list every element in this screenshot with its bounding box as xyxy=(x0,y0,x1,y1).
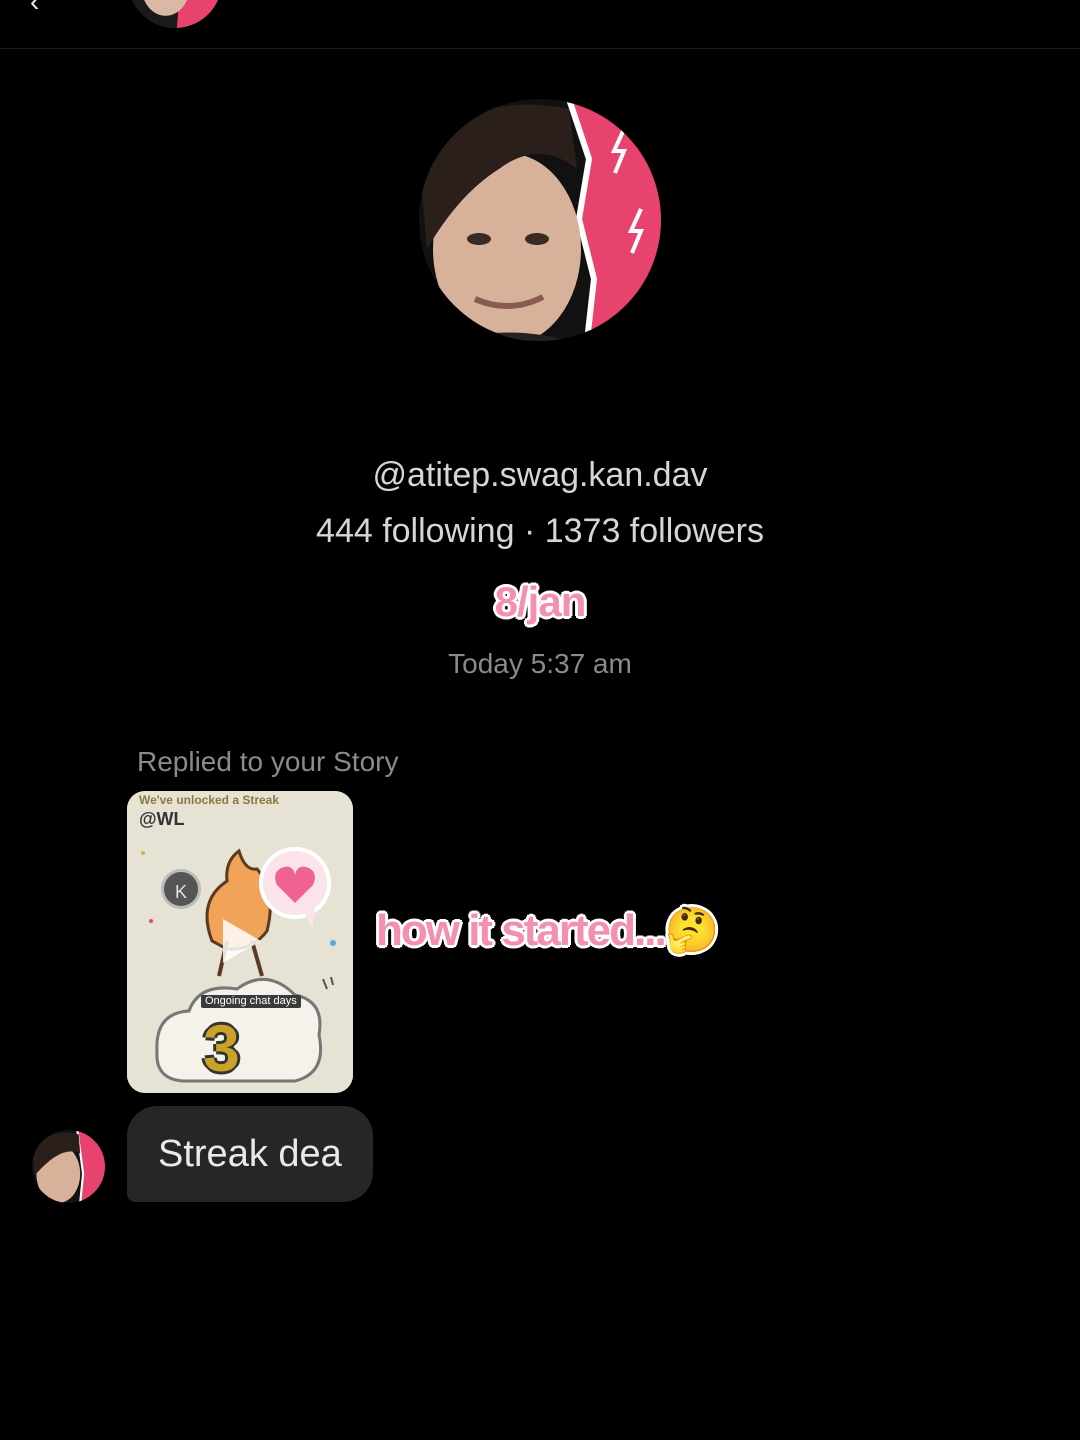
profile-username[interactable]: @atitep.swag.kan.dav xyxy=(0,456,1080,495)
profile-avatar[interactable] xyxy=(419,99,661,341)
chat-header: ‹ xyxy=(0,0,1080,49)
sender-avatar[interactable] xyxy=(32,1130,105,1203)
overlay-caption: how it started...🤔 xyxy=(376,906,719,955)
more-options-icon[interactable] xyxy=(870,0,878,2)
header-avatar[interactable] xyxy=(128,0,222,28)
story-chat-days-label: Ongoing chat days xyxy=(201,995,301,1008)
reply-context-label: Replied to your Story xyxy=(137,746,399,777)
story-streak-banner: We've unlocked a Streak xyxy=(139,793,280,807)
story-reply-preview[interactable]: We've unlocked a Streak @WL K Ongoing ch… xyxy=(127,791,353,1093)
profile-follow-stats: 444 following · 1373 followers xyxy=(316,512,764,550)
story-k-badge: K xyxy=(161,869,201,909)
play-icon[interactable] xyxy=(219,915,265,972)
dm-chat-screen: ‹ @atitep.swag.kan.dav 444 following · 1… xyxy=(0,0,1080,1440)
message-bubble[interactable]: Streak dea xyxy=(127,1106,373,1202)
back-arrow-icon[interactable]: ‹ xyxy=(30,0,60,16)
story-handle: @WL xyxy=(139,809,185,829)
overlay-date-caption: 8/jan xyxy=(494,578,587,625)
story-streak-count: 3 xyxy=(203,1011,240,1085)
message-timestamp: Today 5:37 am xyxy=(448,648,632,679)
